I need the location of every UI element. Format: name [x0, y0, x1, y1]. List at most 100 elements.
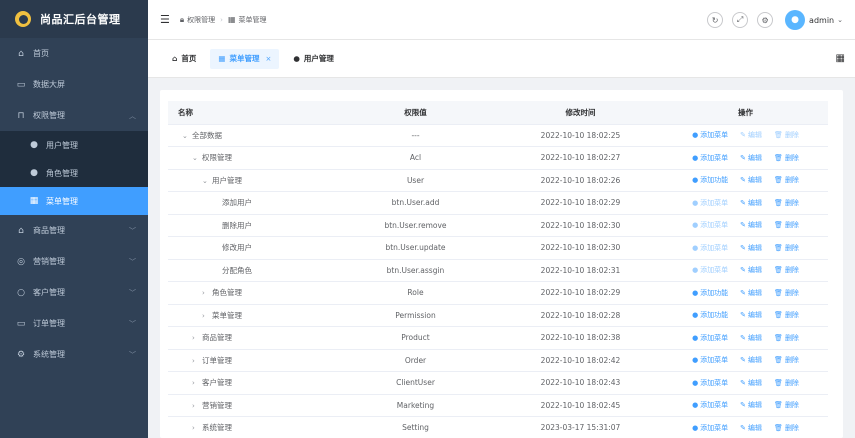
- chevron-right-icon[interactable]: ›: [202, 312, 212, 320]
- sidebar-item[interactable]: ○ 客户管理 ﹀: [0, 277, 148, 308]
- column-header: 权限值: [333, 101, 498, 125]
- user-icon: ●: [692, 221, 699, 230]
- edit-button[interactable]: ✎ 编辑: [740, 400, 762, 410]
- add-button[interactable]: ● 添加菜单: [692, 153, 728, 163]
- breadcrumb-item[interactable]: 权限管理: [187, 15, 215, 25]
- delete-button[interactable]: 🗑︎ 删除: [774, 265, 799, 275]
- delete-button[interactable]: 🗑︎ 删除: [774, 355, 799, 365]
- grid-icon: ▦: [29, 196, 39, 206]
- add-button[interactable]: ● 添加菜单: [692, 400, 728, 410]
- add-button[interactable]: ● 添加菜单: [692, 243, 728, 253]
- sidebar-item[interactable]: ▭ 订单管理 ﹀: [0, 308, 148, 339]
- sidebar-item[interactable]: ⌂ 商品管理 ﹀: [0, 215, 148, 246]
- user-icon: ●: [692, 131, 699, 140]
- edit-button[interactable]: ✎ 编辑: [740, 265, 762, 275]
- edit-button[interactable]: ✎ 编辑: [740, 310, 762, 320]
- lock-icon: ⊓: [17, 110, 25, 121]
- edit-button[interactable]: ✎ 编辑: [740, 378, 762, 388]
- sidebar-subitem[interactable]: ▦ 菜单管理: [0, 187, 148, 215]
- tabs-menu-icon[interactable]: ▦: [836, 53, 845, 64]
- edit-button[interactable]: ✎ 编辑: [740, 153, 762, 163]
- row-name: 菜单管理: [212, 310, 242, 320]
- delete-button[interactable]: 🗑︎ 删除: [774, 400, 799, 410]
- sidebar-item-label: 角色管理: [46, 168, 78, 178]
- sidebar-subitem[interactable]: ● 角色管理: [0, 159, 148, 187]
- chevron-right-icon[interactable]: ›: [192, 402, 202, 410]
- refresh-icon[interactable]: ↻: [707, 12, 724, 28]
- edit-button[interactable]: ✎ 编辑: [740, 243, 762, 253]
- chevron-down-icon[interactable]: ⌄: [192, 154, 202, 162]
- edit-icon: ✎: [740, 378, 747, 387]
- chevron-down-icon: ﹀: [129, 226, 136, 235]
- trash-icon: 🗑︎: [774, 423, 783, 432]
- add-button[interactable]: ● 添加功能: [692, 310, 728, 320]
- sidebar-item[interactable]: ◎ 营销管理 ﹀: [0, 246, 148, 277]
- add-button[interactable]: ● 添加菜单: [692, 378, 728, 388]
- delete-button[interactable]: 🗑︎ 删除: [774, 310, 799, 320]
- user-icon: ●: [692, 288, 699, 297]
- add-button[interactable]: ● 添加菜单: [692, 130, 728, 140]
- add-button[interactable]: ● 添加菜单: [692, 220, 728, 230]
- chevron-down-icon: ﹀: [129, 319, 136, 328]
- add-button[interactable]: ● 添加菜单: [692, 198, 728, 208]
- edit-button[interactable]: ✎ 编辑: [740, 175, 762, 185]
- add-button[interactable]: ● 添加菜单: [692, 265, 728, 275]
- delete-button[interactable]: 🗑︎ 删除: [774, 175, 799, 185]
- add-button[interactable]: ● 添加功能: [692, 175, 728, 185]
- sidebar-item[interactable]: ▭ 数据大屏: [0, 69, 148, 100]
- name-cell: › 营销管理: [168, 394, 333, 417]
- sidebar-item[interactable]: ⌂ 首页: [0, 38, 148, 69]
- table-row: 删除用户 btn.User.remove 2022-10-10 18:02:30 ● 添…: [168, 214, 828, 237]
- edit-icon: ✎: [740, 311, 747, 320]
- add-button[interactable]: ● 添加菜单: [692, 355, 728, 365]
- add-button[interactable]: ● 添加菜单: [692, 333, 728, 343]
- tab-menu-management[interactable]: ▦ 菜单管理 ×: [210, 48, 280, 69]
- delete-button[interactable]: 🗑︎ 删除: [774, 288, 799, 298]
- delete-button[interactable]: 🗑︎ 删除: [774, 423, 799, 433]
- grid-icon: ▦: [218, 54, 226, 63]
- avatar[interactable]: ●: [785, 10, 806, 30]
- add-button[interactable]: ● 添加功能: [692, 288, 728, 298]
- edit-button[interactable]: ✎ 编辑: [740, 198, 762, 208]
- close-icon[interactable]: ×: [265, 55, 271, 63]
- tab-home[interactable]: ⌂ 首页: [164, 49, 204, 69]
- sidebar-item-label: 首页: [33, 49, 49, 58]
- delete-button[interactable]: 🗑︎ 删除: [774, 378, 799, 388]
- edit-button[interactable]: ✎ 编辑: [740, 333, 762, 343]
- chevron-down-icon[interactable]: ⌄: [837, 16, 843, 24]
- edit-button[interactable]: ✎ 编辑: [740, 220, 762, 230]
- delete-button[interactable]: 🗑︎ 删除: [774, 130, 799, 140]
- settings-icon[interactable]: ⚙: [757, 12, 774, 28]
- sidebar-item[interactable]: ⚙ 系统管理 ﹀: [0, 339, 148, 370]
- chevron-right-icon[interactable]: ›: [192, 379, 202, 387]
- chevron-right-icon[interactable]: ›: [192, 334, 202, 342]
- name-cell: › 系统管理: [168, 416, 333, 438]
- time-cell: 2022-10-10 18:02:45: [498, 394, 663, 417]
- username[interactable]: admin: [809, 16, 834, 25]
- user-icon: ●: [30, 168, 38, 178]
- delete-button[interactable]: 🗑︎ 删除: [774, 153, 799, 163]
- fullscreen-icon[interactable]: ⤢: [732, 12, 749, 28]
- delete-button[interactable]: 🗑︎ 删除: [774, 198, 799, 208]
- column-header: 操作: [663, 101, 828, 125]
- user-icon: ●: [692, 176, 699, 185]
- chevron-right-icon[interactable]: ›: [192, 424, 202, 432]
- edit-button[interactable]: ✎ 编辑: [740, 423, 762, 433]
- chevron-down-icon[interactable]: ⌄: [182, 132, 192, 140]
- chevron-right-icon[interactable]: ›: [192, 357, 202, 365]
- chevron-down-icon[interactable]: ⌄: [202, 177, 212, 185]
- delete-button[interactable]: 🗑︎ 删除: [774, 243, 799, 253]
- name-cell: ⌄ 权限管理: [168, 146, 333, 170]
- sidebar-item[interactable]: ⊓ 权限管理 ︿: [0, 100, 148, 131]
- tab-user-management[interactable]: ● 用户管理: [285, 49, 342, 69]
- sidebar-subitem[interactable]: ● 用户管理: [0, 131, 148, 159]
- edit-icon: ✎: [740, 243, 747, 252]
- edit-button[interactable]: ✎ 编辑: [740, 130, 762, 140]
- delete-button[interactable]: 🗑︎ 删除: [774, 220, 799, 230]
- add-button[interactable]: ● 添加菜单: [692, 423, 728, 433]
- delete-button[interactable]: 🗑︎ 删除: [774, 333, 799, 343]
- chevron-right-icon[interactable]: ›: [202, 289, 212, 297]
- edit-button[interactable]: ✎ 编辑: [740, 288, 762, 298]
- hamburger-icon[interactable]: ☰: [160, 13, 170, 26]
- edit-button[interactable]: ✎ 编辑: [740, 355, 762, 365]
